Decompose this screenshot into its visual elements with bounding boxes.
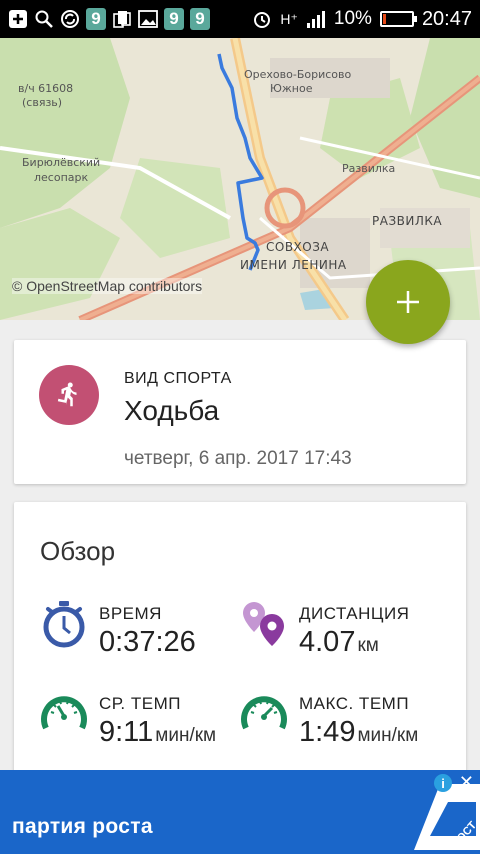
status-bar: 9 9 9 H⁺ 10% 20:47 [0,0,480,38]
stat-value: 4.07 км [299,626,379,658]
stat-distance: ДИСТАНЦИЯ 4.07 км [240,600,460,658]
stat-value: 0:37:26 [99,626,196,658]
overview-card: Обзор ВРЕМЯ 0:37:26 ДИСТАНЦИЯ 4.07 км СР.… [14,502,466,772]
documents-icon [112,9,132,29]
speedometer-icon [40,690,88,738]
map-attribution[interactable]: © OpenStreetMap contributors [12,278,203,294]
stat-time: ВРЕМЯ 0:37:26 [40,600,250,658]
map-label: лесопарк [34,171,89,184]
map-pins-icon [240,600,288,648]
overview-title: Обзор [40,536,116,566]
sync-icon [60,9,80,29]
sport-type-value: Ходьба [124,395,220,426]
battery-percent: 10% [333,8,372,29]
search-icon [34,9,54,29]
speedometer-icon [240,690,288,738]
map-label: СОВХОЗА [266,240,330,254]
signal-icon [306,9,326,29]
nine-badge-icon: 9 [86,8,106,30]
stopwatch-icon [40,600,88,648]
image-icon [138,9,158,29]
stat-max-pace: МАКС. ТЕМП 1:49 мин/км [240,690,460,748]
walking-icon [39,365,99,425]
ad-info-icon[interactable]: i [434,774,452,792]
workout-date: четверг, 6 апр. 2017 17:43 [124,448,352,469]
map-label: в/ч 61608 [18,82,74,95]
map-label: Бирюлёвский [22,156,101,169]
plus-icon [397,291,419,313]
map-label: Орехово-Борисово [244,68,352,81]
ad-text: партия роста [12,815,153,838]
nine-badge-icon: 9 [190,8,210,30]
add-button[interactable] [366,260,450,344]
map-label: ИМЕНИ ЛЕНИНА [240,258,347,272]
stat-value: 1:49 мин/км [299,716,419,748]
alarm-icon [252,9,272,29]
network-type: H⁺ [280,10,298,27]
stat-label: ДИСТАНЦИЯ [299,604,410,623]
stat-label: ВРЕМЯ [99,604,162,623]
sport-type-label: ВИД СПОРТА [124,370,232,387]
system-status: H⁺ 10% 20:47 [252,8,472,31]
stat-avg-pace: СР. ТЕМП 9:11 мин/км [40,690,260,748]
stat-value: 9:11 мин/км [99,716,217,748]
map-label: Развилка [342,162,396,175]
nine-badge-icon: 9 [164,8,184,30]
ad-banner[interactable]: партия роста РОСТ i ✕ [0,770,480,854]
notification-icons: 9 9 9 [8,8,210,30]
ad-logo-icon: РОСТ [414,784,480,850]
battery-icon [379,11,417,27]
clock: 20:47 [421,7,472,30]
stat-label: СР. ТЕМП [99,694,181,713]
ad-close-icon[interactable]: ✕ [459,772,474,793]
map-label: РАЗВИЛКА [372,214,443,228]
map-label: Южное [270,82,313,95]
map-label: (связь) [22,96,63,109]
plus-box-icon [8,9,28,29]
sport-type-card[interactable]: ВИД СПОРТА Ходьба четверг, 6 апр. 2017 1… [14,340,466,484]
stat-label: МАКС. ТЕМП [299,694,410,713]
